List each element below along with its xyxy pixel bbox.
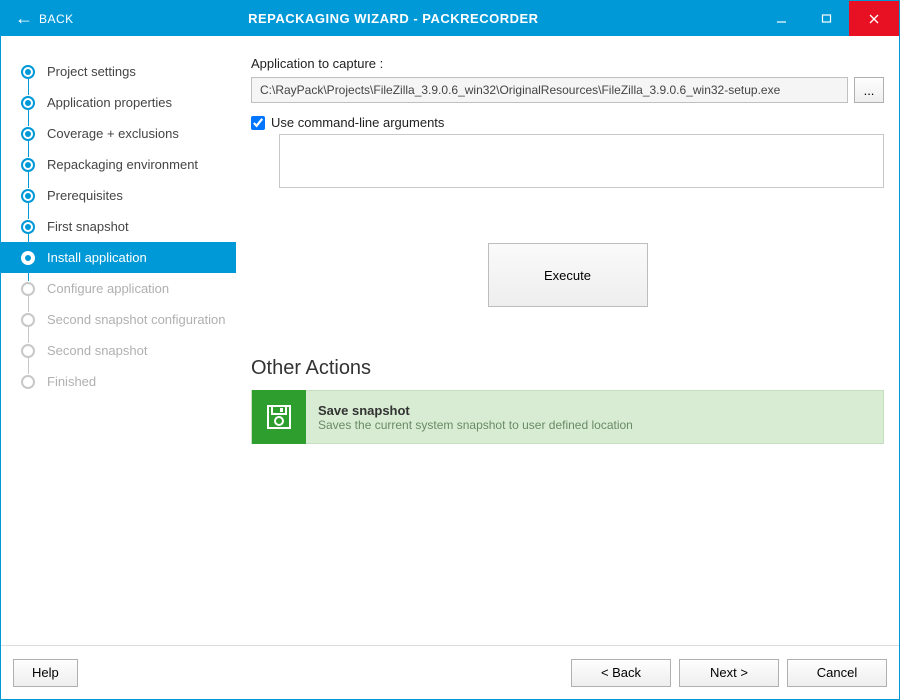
window-controls <box>759 1 899 36</box>
footer: Help < Back Next > Cancel <box>1 645 899 699</box>
step-label: First snapshot <box>47 219 129 234</box>
main-panel: Application to capture : ... Use command… <box>236 36 899 645</box>
sidebar-step-0[interactable]: Project settings <box>1 56 236 87</box>
step-dot-icon <box>21 375 35 389</box>
next-nav-button[interactable]: Next > <box>679 659 779 687</box>
execute-button[interactable]: Execute <box>488 243 648 307</box>
use-args-row[interactable]: Use command-line arguments <box>251 115 884 130</box>
step-label: Finished <box>47 374 96 389</box>
wizard-sidebar: Project settings Application properties Co… <box>1 36 236 645</box>
save-icon <box>252 390 306 444</box>
sidebar-step-2[interactable]: Coverage + exclusions <box>1 118 236 149</box>
save-snapshot-title: Save snapshot <box>318 403 633 418</box>
sidebar-step-3[interactable]: Repackaging environment <box>1 149 236 180</box>
close-button[interactable] <box>849 1 899 36</box>
step-dot-icon <box>21 127 35 141</box>
step-dot-icon <box>21 282 35 296</box>
other-actions-heading: Other Actions <box>251 357 884 380</box>
use-args-label: Use command-line arguments <box>271 115 444 130</box>
sidebar-step-6[interactable]: Install application <box>1 242 236 273</box>
step-dot-icon <box>21 158 35 172</box>
save-snapshot-card[interactable]: Save snapshot Saves the current system s… <box>251 390 884 444</box>
step-label: Configure application <box>47 281 169 296</box>
step-label: Second snapshot configuration <box>47 312 226 327</box>
help-button[interactable]: Help <box>13 659 78 687</box>
step-connector <box>28 140 29 157</box>
use-args-checkbox[interactable] <box>251 116 265 130</box>
step-connector <box>28 233 29 250</box>
step-dot-icon <box>21 344 35 358</box>
step-dot-icon <box>21 220 35 234</box>
back-nav-button[interactable]: < Back <box>571 659 671 687</box>
step-connector <box>28 109 29 126</box>
step-label: Coverage + exclusions <box>47 126 179 141</box>
step-connector <box>28 326 29 343</box>
step-label: Install application <box>47 250 147 265</box>
browse-button[interactable]: ... <box>854 77 884 103</box>
save-snapshot-desc: Saves the current system snapshot to use… <box>318 418 633 432</box>
sidebar-step-4[interactable]: Prerequisites <box>1 180 236 211</box>
sidebar-step-8: Second snapshot configuration <box>1 304 236 335</box>
step-label: Repackaging environment <box>47 157 198 172</box>
wizard-window: ← BACK REPACKAGING WIZARD - PACKRECORDER… <box>0 0 900 700</box>
step-connector <box>28 171 29 188</box>
minimize-icon <box>776 13 787 24</box>
cancel-button[interactable]: Cancel <box>787 659 887 687</box>
args-textarea[interactable] <box>279 134 884 188</box>
sidebar-step-7: Configure application <box>1 273 236 304</box>
sidebar-step-1[interactable]: Application properties <box>1 87 236 118</box>
step-label: Prerequisites <box>47 188 123 203</box>
maximize-icon <box>821 13 832 24</box>
capture-path-input[interactable] <box>251 77 848 103</box>
minimize-button[interactable] <box>759 1 804 36</box>
step-dot-icon <box>21 251 35 265</box>
sidebar-step-10: Finished <box>1 366 236 397</box>
step-dot-icon <box>21 96 35 110</box>
window-title: REPACKAGING WIZARD - PACKRECORDER <box>88 11 759 26</box>
maximize-button[interactable] <box>804 1 849 36</box>
step-connector <box>28 202 29 219</box>
step-connector <box>28 264 29 281</box>
step-connector <box>28 357 29 374</box>
step-dot-icon <box>21 65 35 79</box>
titlebar: ← BACK REPACKAGING WIZARD - PACKRECORDER <box>1 1 899 36</box>
step-dot-icon <box>21 189 35 203</box>
step-dot-icon <box>21 313 35 327</box>
arrow-left-icon: ← <box>15 8 33 29</box>
step-label: Second snapshot <box>47 343 147 358</box>
close-icon <box>868 13 880 25</box>
sidebar-step-9: Second snapshot <box>1 335 236 366</box>
step-connector <box>28 295 29 312</box>
back-button[interactable]: ← BACK <box>1 1 88 36</box>
capture-label: Application to capture : <box>251 56 884 71</box>
step-connector <box>28 78 29 95</box>
step-label: Project settings <box>47 64 136 79</box>
step-label: Application properties <box>47 95 172 110</box>
back-label: BACK <box>39 12 74 26</box>
sidebar-step-5[interactable]: First snapshot <box>1 211 236 242</box>
